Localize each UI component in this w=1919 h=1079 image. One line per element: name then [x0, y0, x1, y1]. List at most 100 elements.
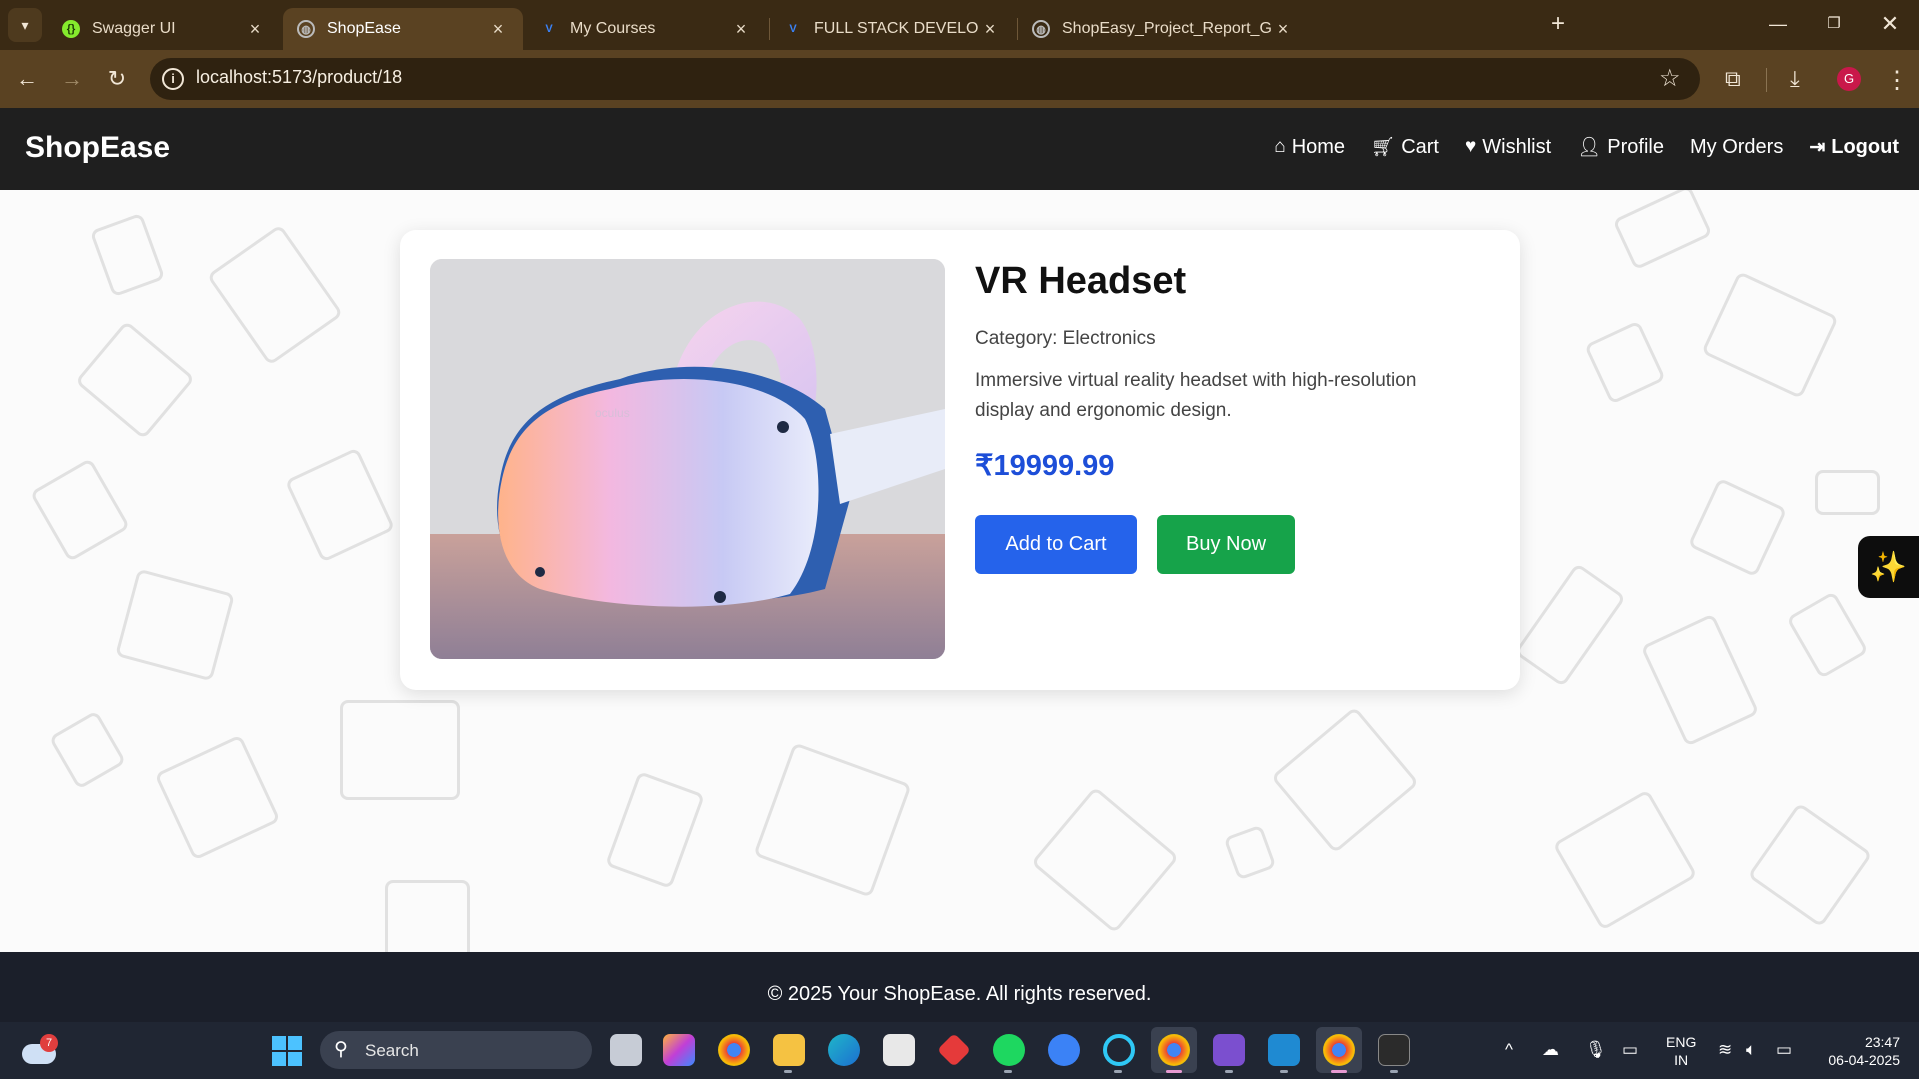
- oculus-brand-text: oculus: [595, 406, 630, 420]
- running-indicator-active: [1331, 1070, 1347, 1073]
- system-clock[interactable]: 23:47 06-04-2025: [1815, 1033, 1900, 1069]
- product-title: VR Headset: [975, 260, 1187, 302]
- spotify-icon[interactable]: [993, 1034, 1025, 1066]
- nav-cart[interactable]: 🛒︎ Cart: [1371, 135, 1439, 159]
- close-tab-icon[interactable]: ×: [487, 19, 509, 40]
- box-doodle-icon: [1815, 470, 1880, 515]
- tab-swagger-ui[interactable]: {} Swagger UI ×: [48, 8, 280, 50]
- microphone-icon[interactable]: 🎙︎: [1585, 1040, 1607, 1060]
- windows-start-button[interactable]: [272, 1036, 302, 1066]
- receipt-doodle-icon: [1513, 562, 1627, 688]
- weather-badge: 7: [40, 1034, 58, 1052]
- chevron-down-icon: ▾: [21, 16, 29, 33]
- globe-icon: ◍: [1032, 20, 1050, 38]
- address-bar-url[interactable]: localhost:5173/product/18: [196, 67, 402, 88]
- edge-icon[interactable]: [828, 1034, 860, 1066]
- receipt-doodle-icon: [1747, 802, 1873, 928]
- taskbar-search-box[interactable]: [320, 1031, 592, 1069]
- language-indicator[interactable]: ENG IN: [1666, 1033, 1696, 1069]
- product-description: Immersive virtual reality headset with h…: [975, 370, 1417, 421]
- nav-home[interactable]: ⌂ Home: [1274, 136, 1345, 159]
- heart-icon: ♥: [1464, 136, 1477, 157]
- add-to-cart-button[interactable]: Add to Cart: [975, 515, 1137, 574]
- tab-full-stack-development[interactable]: V FULL STACK DEVELOPMENT - C ×: [770, 8, 1015, 50]
- receipt-doodle-icon: [385, 880, 470, 952]
- receipt-doodle-icon: [284, 447, 396, 563]
- restore-window-icon[interactable]: ❐: [1811, 8, 1857, 40]
- close-tab-icon[interactable]: ×: [244, 19, 266, 40]
- bookmark-star-icon[interactable]: ☆: [1659, 64, 1681, 93]
- new-tab-button[interactable]: +: [1543, 10, 1573, 40]
- weather-widget[interactable]: 7: [22, 1034, 58, 1064]
- card-doodle-icon: [74, 320, 196, 440]
- receipt-doodle-icon: [29, 457, 131, 563]
- app-launcher-icon[interactable]: [1048, 1034, 1080, 1066]
- minimize-window-icon[interactable]: —: [1755, 8, 1801, 40]
- ai-assistant-sparkle-button[interactable]: ✨: [1858, 536, 1919, 598]
- taskbar-search-placeholder[interactable]: Search: [365, 1041, 419, 1061]
- visual-studio-icon[interactable]: [1213, 1034, 1245, 1066]
- nav-profile[interactable]: 👤︎ Profile: [1577, 135, 1664, 159]
- box-doodle-icon: [1687, 477, 1788, 578]
- running-indicator: [1280, 1070, 1288, 1073]
- running-indicator: [1114, 1070, 1122, 1073]
- product-category: Category: Electronics: [975, 328, 1156, 349]
- task-view-icon[interactable]: [610, 1034, 642, 1066]
- receipt-doodle-icon: [1786, 590, 1869, 680]
- nav-my-orders[interactable]: My Orders: [1690, 136, 1783, 159]
- cart-icon: 🛒︎: [1371, 137, 1396, 158]
- microsoft-store-icon[interactable]: [883, 1034, 915, 1066]
- buy-now-button[interactable]: Buy Now: [1157, 515, 1295, 574]
- bag-doodle-icon: [154, 734, 281, 861]
- alexa-icon[interactable]: [1103, 1034, 1135, 1066]
- search-icon: ⚲: [334, 1039, 348, 1060]
- wifi-icon[interactable]: ≋: [1718, 1040, 1732, 1060]
- chevron-up-icon[interactable]: ^: [1505, 1040, 1513, 1060]
- receipt-doodle-icon: [1640, 613, 1760, 747]
- swagger-favicon-icon: {}: [62, 20, 80, 38]
- course-favicon-icon: V: [545, 23, 553, 35]
- copilot-icon[interactable]: [663, 1034, 695, 1066]
- file-explorer-icon[interactable]: [773, 1034, 805, 1066]
- tab-project-report[interactable]: ◍ ShopEasy_Project_Report_GRAC ×: [1018, 8, 1523, 50]
- close-tab-icon[interactable]: ×: [1272, 19, 1294, 40]
- tab-my-courses[interactable]: V My Courses ×: [526, 8, 766, 50]
- terminal-icon[interactable]: [1378, 1034, 1410, 1066]
- vs-code-icon[interactable]: [1268, 1034, 1300, 1066]
- brand-logo[interactable]: ShopEase: [25, 131, 170, 165]
- footer-copyright: © 2025 Your ShopEase. All rights reserve…: [767, 983, 1152, 1005]
- user-icon: 👤︎: [1577, 137, 1602, 158]
- vr-headset-illustration: oculus: [430, 259, 945, 659]
- nav-wishlist[interactable]: ♥ Wishlist: [1465, 136, 1551, 159]
- close-tab-icon[interactable]: ×: [979, 19, 1001, 40]
- download-icon[interactable]: ⤓: [1790, 66, 1800, 92]
- box-doodle-icon: [115, 568, 235, 682]
- extensions-puzzle-icon[interactable]: ⧉: [1725, 66, 1741, 92]
- course-favicon-icon: V: [789, 23, 797, 35]
- close-tab-icon[interactable]: ×: [730, 19, 752, 40]
- receipt-doodle-icon: [340, 700, 460, 800]
- back-arrow-icon[interactable]: ←: [10, 62, 44, 96]
- chrome-profile-icon[interactable]: [1323, 1034, 1355, 1066]
- receipt-doodle-icon: [89, 212, 166, 298]
- globe-icon: ◍: [297, 20, 315, 38]
- logout-icon: ⇥: [1809, 136, 1826, 158]
- box-doodle-icon: [1030, 786, 1180, 934]
- nav-links: ⌂ Home 🛒︎ Cart ♥ Wishlist 👤︎ Profile My Orde…: [1274, 135, 1899, 159]
- display-icon[interactable]: ▭: [1622, 1040, 1638, 1060]
- forward-arrow-icon[interactable]: →: [55, 62, 89, 96]
- site-info-icon[interactable]: i: [162, 68, 184, 90]
- battery-icon[interactable]: ▭: [1776, 1040, 1792, 1060]
- tab-shopease[interactable]: ◍ ShopEase ×: [283, 8, 523, 50]
- chrome-icon[interactable]: [718, 1034, 750, 1066]
- volume-icon[interactable]: 🔈︎: [1746, 1040, 1756, 1060]
- tag-doodle-icon: [48, 710, 127, 790]
- profile-avatar[interactable]: G: [1837, 67, 1861, 91]
- onedrive-cloud-icon[interactable]: ☁: [1542, 1040, 1559, 1060]
- reload-icon[interactable]: ↻: [100, 62, 134, 96]
- nav-logout[interactable]: ⇥ Logout: [1809, 136, 1899, 159]
- browser-menu-icon[interactable]: ⋮: [1885, 66, 1909, 95]
- chrome-icon[interactable]: [1158, 1034, 1190, 1066]
- close-window-icon[interactable]: ✕: [1867, 8, 1913, 40]
- tab-search-button[interactable]: ▾: [8, 8, 42, 42]
